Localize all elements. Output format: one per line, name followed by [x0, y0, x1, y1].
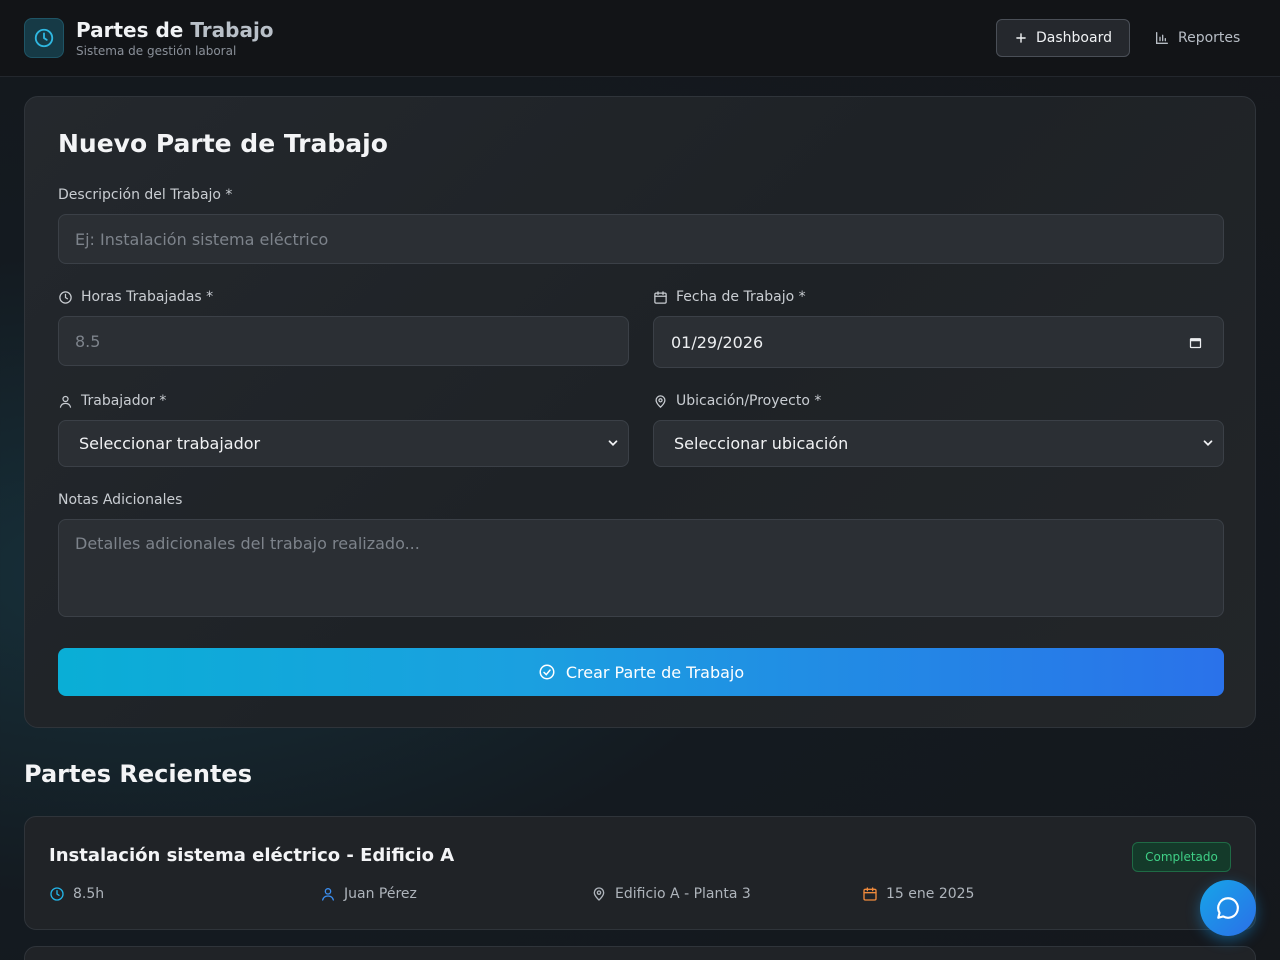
- map-pin-icon: [655, 394, 666, 408]
- top-bar: Partes de Trabajo Sistema de gestión lab…: [0, 0, 1280, 77]
- create-work-order-button[interactable]: Crear Parte de Trabajo: [58, 648, 1224, 696]
- notas-placeholder: Detalles adicionales del trabajo realiza…: [75, 534, 420, 553]
- app-title: Partes de Trabajo: [76, 18, 274, 42]
- horas-label-text: Horas Trabajadas *: [81, 289, 214, 305]
- trabajador-select[interactable]: Seleccionar trabajador: [58, 420, 629, 467]
- trabajador-label: Trabajador *: [58, 393, 166, 409]
- create-button-label: Crear Parte de Trabajo: [565, 662, 745, 682]
- descripcion-label-text: Descripción del Trabajo *: [58, 187, 233, 203]
- calendar-picker-icon[interactable]: [1188, 335, 1203, 350]
- trabajador-selected: Seleccionar trabajador: [79, 434, 261, 453]
- app-title-accent: Trabajo: [190, 18, 274, 42]
- chevron-down-icon: [1203, 440, 1213, 446]
- notas-label: Notas Adicionales: [58, 492, 182, 508]
- fecha-label-text: Fecha de Trabajo *: [676, 289, 806, 305]
- reportes-link[interactable]: Reportes: [1150, 19, 1250, 57]
- chat-bubble-icon: [1217, 897, 1239, 919]
- clock-icon: [34, 28, 54, 48]
- horas-input[interactable]: 8.5: [58, 316, 629, 366]
- list-item[interactable]: Instalación sistema eléctrico - Edificio…: [24, 816, 1256, 930]
- ubicacion-selected: Seleccionar ubicación: [674, 434, 849, 453]
- entry-location: Edificio A - Planta 3: [591, 886, 751, 902]
- calendar-icon: [863, 887, 877, 901]
- entry-location-text: Edificio A - Planta 3: [615, 886, 751, 902]
- app-logo: [24, 18, 64, 58]
- descripcion-label: Descripción del Trabajo *: [58, 187, 232, 203]
- entry-title: Instalación sistema eléctrico - Edificio…: [49, 845, 455, 866]
- recent-section-title: Partes Recientes: [24, 760, 252, 788]
- entry-worker-text: Juan Pérez: [344, 886, 417, 902]
- plus-icon: [1016, 33, 1026, 43]
- dashboard-button[interactable]: Dashboard: [996, 19, 1130, 57]
- reportes-link-label: Reportes: [1178, 30, 1241, 46]
- entry-worker: Juan Pérez: [320, 886, 417, 902]
- clock-icon: [50, 887, 64, 901]
- chevron-down-icon: [608, 440, 618, 446]
- horas-placeholder: 8.5: [75, 331, 101, 351]
- list-item[interactable]: [24, 946, 1256, 960]
- notas-label-text: Notas Adicionales: [58, 492, 183, 508]
- status-badge: Completado: [1132, 842, 1231, 872]
- ubicacion-label-text: Ubicación/Proyecto *: [676, 393, 822, 409]
- ubicacion-label: Ubicación/Proyecto *: [653, 393, 821, 409]
- descripcion-input[interactable]: Ej: Instalación sistema eléctrico: [58, 214, 1224, 264]
- calendar-icon: [654, 290, 667, 304]
- fecha-input[interactable]: 01/29/2026: [653, 316, 1224, 368]
- fecha-value: 01/29/2026: [671, 332, 764, 352]
- user-icon: [59, 395, 72, 408]
- app-subtitle: Sistema de gestión laboral: [76, 44, 237, 58]
- new-work-order-form: Nuevo Parte de Trabajo Descripción del T…: [24, 96, 1256, 728]
- fecha-label: Fecha de Trabajo *: [653, 289, 806, 305]
- clock-icon: [59, 290, 72, 304]
- ubicacion-select[interactable]: Seleccionar ubicación: [653, 420, 1224, 467]
- bar-chart-icon: [1156, 31, 1168, 44]
- map-pin-icon: [593, 887, 605, 901]
- horas-label: Horas Trabajadas *: [58, 289, 213, 305]
- check-circle-icon: [539, 664, 555, 680]
- dashboard-button-label: Dashboard: [1036, 30, 1112, 46]
- descripcion-placeholder: Ej: Instalación sistema eléctrico: [75, 229, 329, 249]
- trabajador-label-text: Trabajador *: [81, 393, 167, 409]
- chat-button[interactable]: [1200, 880, 1256, 936]
- notas-textarea[interactable]: Detalles adicionales del trabajo realiza…: [58, 519, 1224, 617]
- entry-date: 15 ene 2025: [862, 886, 974, 902]
- form-title: Nuevo Parte de Trabajo: [58, 129, 388, 158]
- entry-hours: 8.5h: [49, 886, 104, 902]
- entry-hours-text: 8.5h: [73, 886, 105, 902]
- app-title-main: Partes de: [76, 18, 191, 42]
- entry-date-text: 15 ene 2025: [886, 886, 975, 902]
- user-icon: [322, 888, 334, 901]
